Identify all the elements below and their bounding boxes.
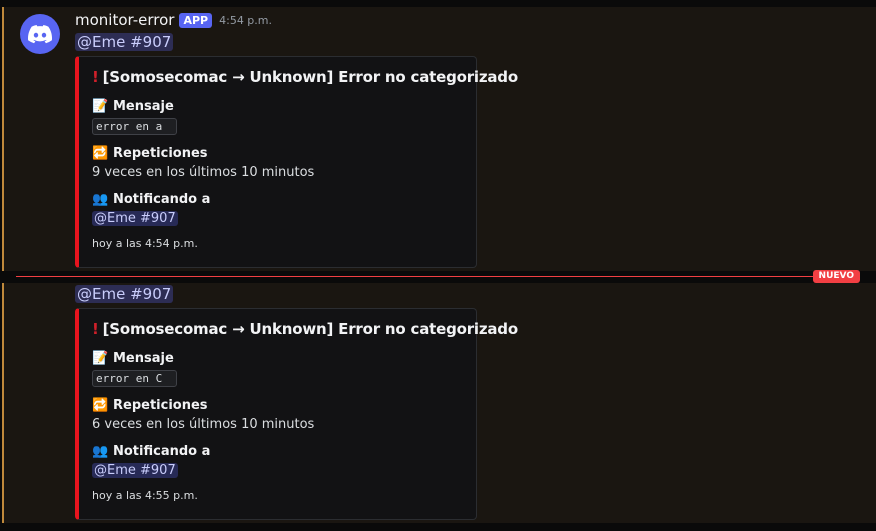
- field-notificando-label: 👥 Notificando a: [92, 444, 211, 459]
- user-mention[interactable]: @Eme #907: [75, 33, 174, 51]
- exclamation-icon: !: [92, 320, 99, 338]
- embed-title: ! [Somosecomac → Unknown] Error no catego…: [92, 68, 518, 86]
- repeat-icon: 🔁: [92, 398, 109, 413]
- user-mention[interactable]: @Eme #907: [75, 285, 174, 303]
- error-embed: ! [Somosecomac → Unknown] Error no catego…: [75, 308, 518, 520]
- embed-title: ! [Somosecomac → Unknown] Error no catego…: [92, 320, 518, 338]
- message-1: monitor-error APP 4:54 p.m. @Eme #907 ![…: [2, 7, 876, 271]
- chat-frame: monitor-error APP 4:54 p.m. @Eme #907 ![…: [0, 0, 876, 531]
- field-mensaje-label: 📝 Mensaje: [92, 99, 174, 114]
- repeat-icon: 🔁: [92, 146, 109, 161]
- embed-user-mention[interactable]: @Eme #907: [92, 211, 178, 226]
- field-repeticiones-label: 🔁 Repeticiones: [92, 398, 208, 413]
- message-header: monitor-error APP 4:54 p.m.: [75, 11, 272, 29]
- field-repeticiones-label: 🔁 Repeticiones: [92, 146, 208, 161]
- field-mensaje-value: error en a: [92, 118, 177, 135]
- username[interactable]: monitor-error: [75, 11, 174, 29]
- new-messages-badge: NUEVO: [812, 270, 860, 283]
- field-repeticiones-value: 9 veces en los últimos 10 minutos: [92, 165, 315, 180]
- busts-icon: 👥: [92, 192, 109, 207]
- field-mensaje-value: error en C: [92, 370, 177, 387]
- memo-icon: 📝: [92, 99, 109, 114]
- app-badge: APP: [179, 12, 213, 28]
- field-repeticiones-value: 6 veces en los últimos 10 minutos: [92, 417, 315, 432]
- discord-logo-icon: [28, 24, 52, 43]
- avatar[interactable]: [20, 14, 60, 54]
- exclamation-icon: !: [92, 68, 99, 86]
- embed-user-mention[interactable]: @Eme #907: [92, 463, 178, 478]
- embed-footer: hoy a las 4:54 p.m.: [92, 237, 198, 250]
- busts-icon: 👥: [92, 444, 109, 459]
- timestamp[interactable]: 4:54 p.m.: [219, 14, 272, 27]
- field-mensaje-label: 📝 Mensaje: [92, 351, 174, 366]
- error-embed: ! [Somosecomac → Unknown] Error no catego…: [75, 56, 518, 268]
- message-2: @Eme #907 ! [Somosecomac → Unknown] Error…: [2, 283, 876, 523]
- new-messages-divider: [16, 276, 814, 277]
- field-notificando-label: 👥 Notificando a: [92, 192, 211, 207]
- embed-footer: hoy a las 4:55 p.m.: [92, 489, 198, 502]
- memo-icon: 📝: [92, 351, 109, 366]
